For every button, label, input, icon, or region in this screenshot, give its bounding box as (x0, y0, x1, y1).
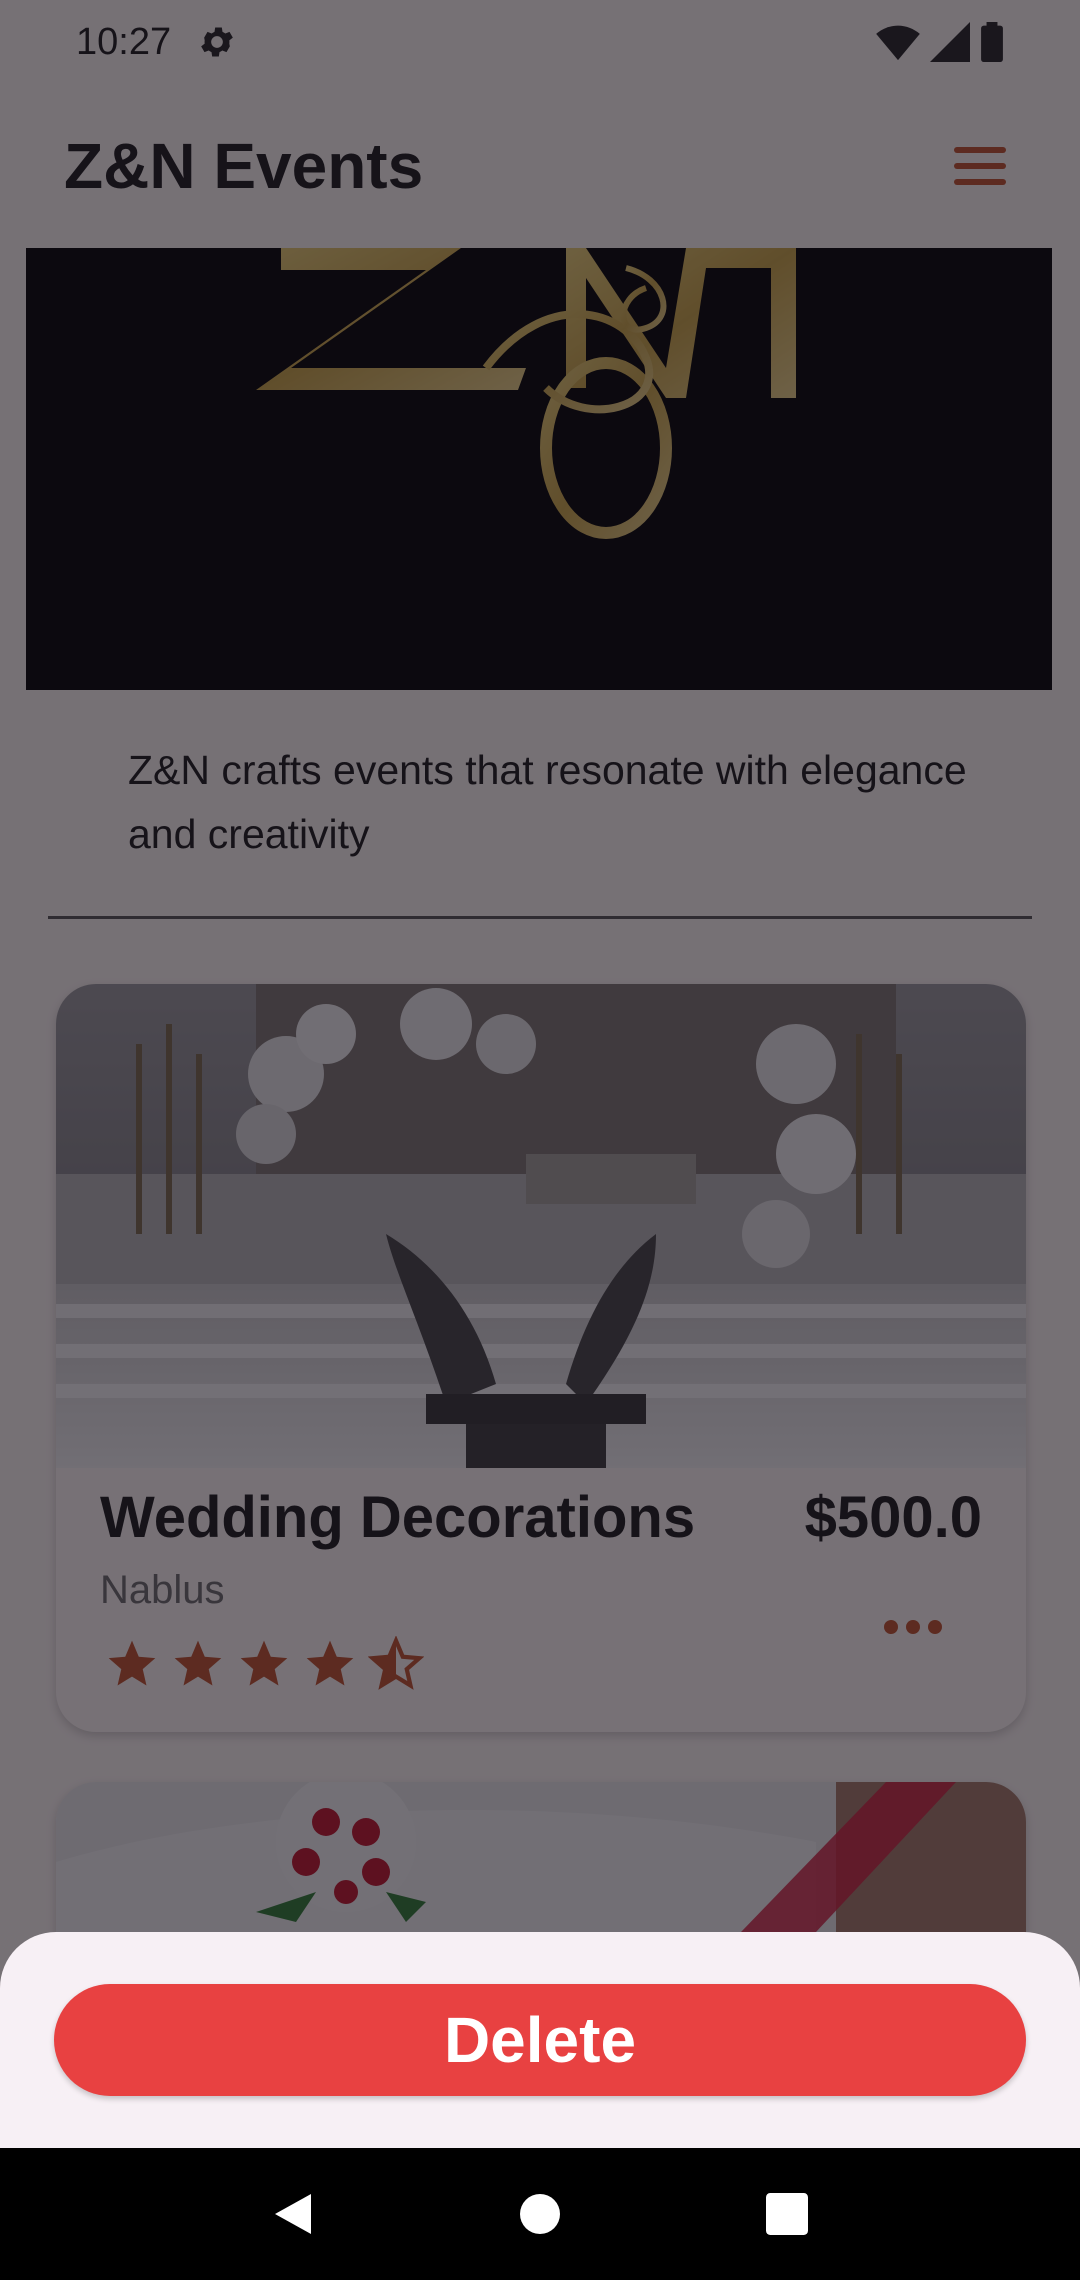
system-nav-bar (0, 2148, 1080, 2280)
back-icon[interactable] (253, 2174, 333, 2254)
hero-logo-image (26, 248, 1052, 690)
bottom-sheet: Delete (0, 1932, 1080, 2148)
main-content[interactable]: Z&N crafts events that resonate with ele… (0, 248, 1080, 1932)
card-price: $500.0 (804, 1485, 982, 1550)
card-location: Nablus (100, 1568, 225, 1612)
card-image (56, 984, 1026, 1468)
star-filled-icon (108, 1640, 156, 1686)
home-icon[interactable] (500, 2174, 580, 2254)
app-bar: Z&N Events (0, 84, 1080, 248)
star-half-icon (368, 1636, 424, 1690)
star-filled-icon (306, 1640, 354, 1686)
status-time: 10:27 (76, 20, 172, 63)
wifi-icon (876, 25, 920, 61)
about-text: Z&N crafts events that resonate with ele… (128, 747, 967, 857)
gear-icon (201, 27, 233, 57)
status-bar: 10:27 (0, 0, 1080, 84)
service-card[interactable] (56, 1782, 1026, 1932)
service-card[interactable]: Wedding Decorations $500.0 Nablus (56, 984, 1026, 1732)
app-title: Z&N Events (64, 130, 424, 202)
rating-stars (104, 1636, 424, 1692)
more-options-icon[interactable] (884, 1620, 944, 1640)
battery-icon (981, 22, 1003, 62)
star-filled-icon (240, 1640, 288, 1686)
card-image (56, 1782, 1026, 1932)
recents-icon[interactable] (747, 2174, 827, 2254)
hamburger-menu-icon[interactable] (944, 130, 1016, 202)
delete-button[interactable]: Delete (54, 1984, 1026, 2096)
zn-logo-icon (256, 248, 796, 539)
divider (48, 916, 1032, 919)
star-filled-icon (174, 1640, 222, 1686)
signal-icon (930, 22, 970, 62)
card-title: Wedding Decorations (100, 1485, 696, 1550)
